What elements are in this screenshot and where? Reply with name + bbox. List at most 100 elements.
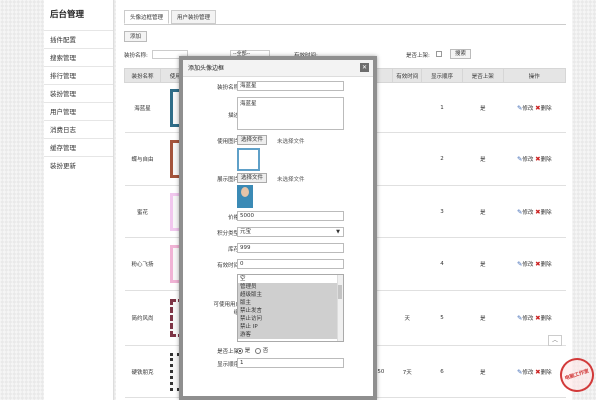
edit-link[interactable]: 修改 xyxy=(522,370,533,376)
cell-order: 2 xyxy=(421,132,463,186)
stock-input[interactable]: 999 xyxy=(237,243,344,253)
on-sale-no-label: 否 xyxy=(262,348,269,354)
group-option[interactable]: 禁止访问 xyxy=(238,315,343,323)
edit-link[interactable]: 修改 xyxy=(522,157,533,163)
sidebar-item-search[interactable]: 搜索管理 xyxy=(44,48,113,66)
image-frame-thumbnail xyxy=(237,148,260,171)
cell-actions: ✎修改 ✖删除 xyxy=(503,237,566,291)
filter-name-label: 装扮名称: xyxy=(124,53,148,59)
delete-link[interactable]: 删除 xyxy=(541,262,552,268)
field-on-sale-row: 是否上架: 是 否 xyxy=(183,346,373,356)
cell-on-sale: 是 xyxy=(462,345,504,398)
cell-actions: ✎修改 ✖删除 xyxy=(503,185,566,238)
sidebar-title: 后台管理 xyxy=(50,10,85,20)
sidebar-item-cache[interactable]: 缓存管理 xyxy=(44,138,113,156)
delete-link[interactable]: 删除 xyxy=(541,316,552,322)
filter-on-sale-checkbox[interactable] xyxy=(436,51,442,57)
group-option[interactable]: 禁止发言 xyxy=(238,307,343,315)
tab-user-decorations[interactable]: 用户装扮管理 xyxy=(171,10,217,24)
dialog-title-text: 添加头像边框 xyxy=(188,65,225,72)
field-desc-row: 描述: 海蓝星 xyxy=(183,97,373,133)
cell-on-sale: 是 xyxy=(462,82,504,133)
edit-link[interactable]: 修改 xyxy=(522,262,533,268)
close-icon[interactable]: ✕ xyxy=(360,63,369,72)
on-sale-yes-radio[interactable] xyxy=(237,347,243,354)
delete-link[interactable]: 删除 xyxy=(541,210,552,216)
cell-order: 1 xyxy=(421,82,463,133)
display-file-status: 未选择文件 xyxy=(277,177,305,183)
filter-on-sale-label: 是否上架: xyxy=(406,53,430,59)
field-order-row: 显示顺序: 1 xyxy=(183,358,373,370)
cell-actions: ✎修改 ✖删除 xyxy=(503,132,566,186)
group-option[interactable]: 禁止 IP xyxy=(238,323,343,331)
field-display-row: 展示图片: 选择文件 未选择文件 xyxy=(183,173,373,209)
user-groups-listbox[interactable]: 空 管理员 超级版主 版主 禁止发言 禁止访问 禁止 IP 游客 xyxy=(237,274,344,342)
search-button[interactable]: 搜索 xyxy=(450,49,472,59)
tab-bar: 头像边框管理 用户装扮管理 xyxy=(124,10,218,24)
display-photo-thumbnail xyxy=(237,185,253,208)
field-currency-row: 积分类型: 元宝 ▼ xyxy=(183,227,373,239)
cell-name: 简约风尚 xyxy=(124,290,161,346)
add-button[interactable]: 添加 xyxy=(124,31,148,42)
price-input[interactable]: 5000 xyxy=(237,211,344,221)
sidebar-item-ranking[interactable]: 排行管理 xyxy=(44,66,113,84)
sidebar-item-users[interactable]: 用户管理 xyxy=(44,102,113,120)
cell-actions: ✎修改 ✖删除 xyxy=(503,345,566,398)
cell-order: 4 xyxy=(421,237,463,291)
edit-link[interactable]: 修改 xyxy=(522,106,533,112)
currency-select-value: 元宝 xyxy=(240,229,252,235)
field-validity-row: 有效时间: 0 xyxy=(183,259,373,271)
cell-on-sale: 是 xyxy=(462,132,504,186)
cell-actions: ✎修改 ✖删除 xyxy=(503,82,566,133)
cell-order: 6 xyxy=(421,345,463,398)
cell-name: 海蓝星 xyxy=(124,82,161,133)
edit-link[interactable]: 修改 xyxy=(522,316,533,322)
add-frame-dialog: 添加头像边框 ✕ 装扮名称: 海蓝星 描述: 海蓝星 使用图片: 选择文件 未选… xyxy=(179,56,377,400)
field-image-row: 使用图片: 选择文件 未选择文件 xyxy=(183,135,373,171)
dialog-title: 添加头像边框 ✕ xyxy=(183,60,373,77)
group-option[interactable]: 超级版主 xyxy=(238,291,343,299)
group-option[interactable]: 空 xyxy=(238,275,343,283)
cell-on-sale: 是 xyxy=(462,185,504,238)
cell-name: 硬铁朋克 xyxy=(124,345,161,398)
validity-input[interactable]: 0 xyxy=(237,259,344,269)
delete-link[interactable]: 删除 xyxy=(541,370,552,376)
listbox-scroll-thumb[interactable] xyxy=(338,285,342,299)
scroll-to-top-button[interactable]: ︿ xyxy=(548,335,562,346)
group-option[interactable]: 版主 xyxy=(238,299,343,307)
choose-image-file-button[interactable]: 选择文件 xyxy=(237,135,268,145)
cell-validity: 7天 xyxy=(392,345,422,398)
sidebar: 后台管理 插件配置 搜索管理 排行管理 装扮管理 用户管理 消费日志 缓存管理 … xyxy=(44,0,114,400)
cell-order: 5 xyxy=(421,290,463,346)
tab-avatar-frames[interactable]: 头像边框管理 xyxy=(124,10,170,24)
sidebar-item-decoration[interactable]: 装扮管理 xyxy=(44,84,113,102)
delete-link[interactable]: 删除 xyxy=(541,106,552,112)
cell-name: 蝶与自由 xyxy=(124,132,161,186)
on-sale-no-radio[interactable] xyxy=(255,347,262,354)
currency-select[interactable]: 元宝 ▼ xyxy=(237,227,344,237)
group-option[interactable]: 管理员 xyxy=(238,283,343,291)
col-header-on-sale: 是否上架 xyxy=(461,68,504,83)
delete-link[interactable]: 删除 xyxy=(541,157,552,163)
field-price-row: 价格: 5000 xyxy=(183,211,373,223)
description-textarea[interactable]: 海蓝星 xyxy=(237,97,344,130)
sidebar-item-consume-log[interactable]: 消费日志 xyxy=(44,120,113,138)
group-option[interactable]: 游客 xyxy=(238,331,343,339)
order-input[interactable]: 1 xyxy=(237,358,344,368)
sidebar-item-plugin-config[interactable]: 插件配置 xyxy=(44,30,113,48)
field-groups-row: 可使用用户组: 空 管理员 超级版主 版主 禁止发言 禁止访问 禁止 IP 游客 xyxy=(183,274,373,344)
cell-validity: 天 xyxy=(392,290,422,346)
col-header-name: 装扮名称 xyxy=(124,68,161,83)
name-input[interactable]: 海蓝星 xyxy=(237,81,344,91)
on-sale-options: 是 否 xyxy=(237,346,268,354)
col-header-order: 显示顺序 xyxy=(421,68,463,83)
choose-display-file-button[interactable]: 选择文件 xyxy=(237,173,268,183)
field-name-row: 装扮名称: 海蓝星 xyxy=(183,81,373,93)
field-stock-row: 库存: 999 xyxy=(183,243,373,255)
tabs-divider xyxy=(124,24,566,25)
sidebar-item-update[interactable]: 装扮更新 xyxy=(44,156,113,174)
edit-link[interactable]: 修改 xyxy=(522,210,533,216)
image-file-status: 未选择文件 xyxy=(277,139,305,145)
cell-on-sale: 是 xyxy=(462,290,504,346)
listbox-scrollbar[interactable] xyxy=(337,275,343,341)
